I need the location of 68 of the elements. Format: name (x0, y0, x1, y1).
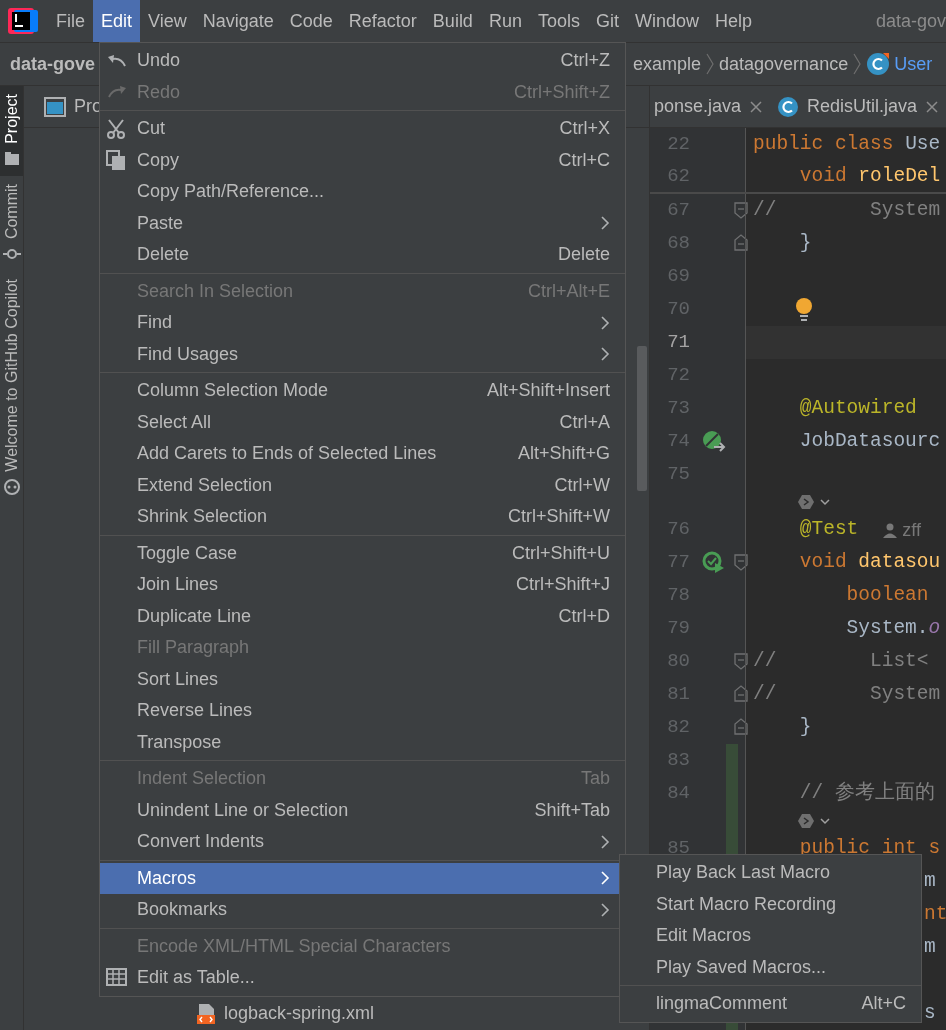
menu-item[interactable]: Undo Ctrl+Z (100, 45, 625, 77)
menu-item[interactable]: Window (626, 0, 707, 42)
code-text: m (924, 871, 936, 892)
menu-item[interactable]: Duplicate Line Ctrl+D (100, 600, 625, 632)
code-text: nt (924, 904, 946, 925)
menu-item[interactable]: View (140, 0, 195, 42)
menu-item[interactable]: Reverse Lines (100, 695, 625, 727)
menu-item[interactable]: File (48, 0, 93, 42)
code-text: // System (753, 200, 941, 221)
menu-item[interactable]: Build (424, 0, 481, 42)
code-text: public int s (798, 838, 941, 859)
code-text: public class (753, 134, 895, 155)
code-text: s (924, 1003, 936, 1024)
line-number: 71 (666, 333, 690, 352)
code-text: // List< (753, 651, 929, 672)
code-text: datasou (858, 552, 941, 573)
menu-item[interactable]: Join Lines Ctrl+Shift+J (100, 569, 625, 601)
breadcrumb-item[interactable]: datagovernance (719, 50, 849, 78)
code-text: } (798, 717, 812, 738)
menu-item[interactable]: Help (707, 0, 761, 42)
tool-window-tab[interactable]: Project (0, 86, 23, 176)
menu-item[interactable]: Convert Indents (100, 826, 625, 858)
code-text: System. (845, 618, 929, 639)
menu-item[interactable]: Paste (100, 207, 625, 239)
menu-item[interactable]: Code (281, 0, 341, 42)
project-name: data-gove (10, 53, 96, 74)
code-text: o (928, 618, 941, 639)
tool-window-tab[interactable]: Commit (0, 175, 23, 271)
editor-tab[interactable]: RedisUtil.java (773, 86, 946, 128)
menu-item[interactable]: Delete Delete (100, 239, 625, 271)
menu-item[interactable]: Git (587, 0, 627, 42)
menu-item[interactable]: Shrink Selection Ctrl+Shift+W (100, 501, 625, 533)
code-text: // 参考上面的 (798, 783, 935, 804)
menu-item[interactable]: Navigate (194, 0, 282, 42)
code-text: void (798, 552, 848, 573)
breadcrumb-item[interactable]: example (633, 50, 702, 78)
menu-item[interactable]: Cut Ctrl+X (100, 113, 625, 145)
code-text: void (798, 166, 848, 187)
code-text: Use (905, 134, 941, 155)
menu-item[interactable]: Unindent Line or Selection Shift+Tab (100, 794, 625, 826)
menu-item[interactable]: Sort Lines (100, 663, 625, 695)
author-hint: zff (882, 520, 921, 539)
code-text: JobDatasourc (798, 431, 941, 452)
code-text: m (924, 937, 936, 958)
code-text: @Test (798, 519, 859, 540)
code-text: boolean (845, 585, 929, 606)
editor-tab[interactable]: ponse.java (650, 86, 774, 128)
code-text: } (798, 233, 812, 254)
menu-item[interactable]: Select All Ctrl+A (100, 406, 625, 438)
code-text: roleDel (858, 166, 941, 187)
tool-window-tab[interactable]: Welcome to GitHub Copilot (0, 270, 23, 504)
menu-item[interactable]: Tools (529, 0, 588, 42)
breadcrumb-item[interactable]: User (894, 50, 933, 78)
menu-item[interactable]: Refactor (340, 0, 425, 42)
menu-item[interactable]: Toggle Case Ctrl+Shift+U (100, 537, 625, 569)
menu-item[interactable]: Copy Path/Reference... (100, 176, 625, 208)
menu-item[interactable]: Edit (93, 0, 141, 42)
menu-item[interactable]: Extend Selection Ctrl+W (100, 469, 625, 501)
menu-item[interactable]: Add Carets to Ends of Selected Lines Alt+Shift+G (100, 438, 625, 470)
menu-item[interactable]: Column Selection Mode Alt+Shift+Insert (100, 375, 625, 407)
menu-item[interactable]: Run (480, 0, 530, 42)
code-text: @Autowired (798, 398, 917, 419)
menu-item[interactable]: Transpose (100, 726, 625, 758)
menu-item[interactable]: Copy Ctrl+C (100, 144, 625, 176)
menu-item[interactable]: Find (100, 307, 625, 339)
window-title: data-gov (875, 9, 946, 33)
menu-item[interactable]: Find Usages (100, 338, 625, 370)
code-text: // System (753, 684, 941, 705)
